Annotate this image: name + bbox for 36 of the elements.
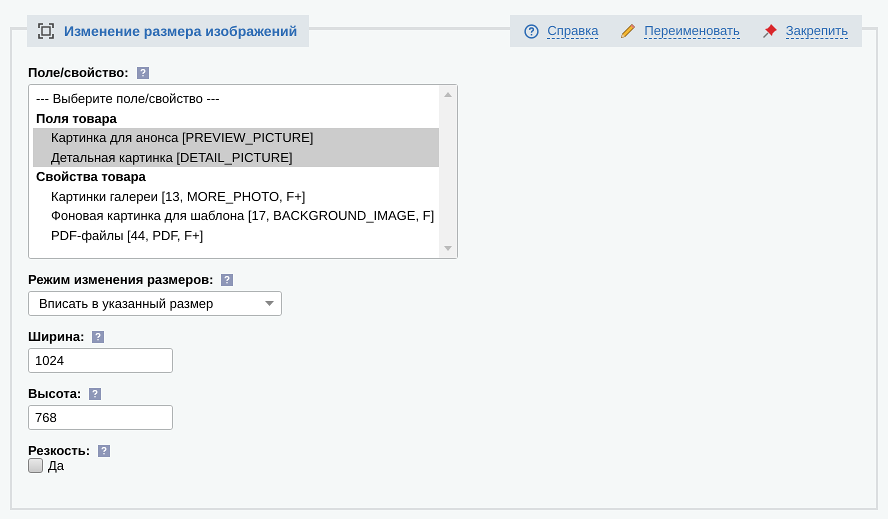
input-field[interactable]: 1024 [28,348,173,373]
help-icon[interactable] [98,444,110,456]
checkbox-label[interactable]: Да [48,458,64,473]
toolbar-link[interactable]: Закрепить [786,23,848,39]
option-group-label: Свойства товара [35,168,147,186]
list-option[interactable]: Картинки галереи [13, MORE_PHOTO, F+] [33,186,439,206]
field-label: Высота: [28,386,82,401]
scrollbar[interactable] [439,85,457,258]
scroll-down-icon[interactable] [444,246,452,251]
list-option[interactable]: --- Выберите поле/свойство --- [33,89,439,108]
resize-icon [38,23,54,39]
list-option[interactable]: Фоновая картинка для шаблона [17, BACKGROUND_IMAGE, F] [33,206,439,226]
list-option[interactable]: Детальная картинка [DETAIL_PICTURE] [33,148,439,167]
toolbar-link[interactable]: Переименовать [644,23,740,39]
help-icon[interactable] [136,66,149,78]
help-circle-icon[interactable] [524,24,540,38]
field-label: Резкость: [28,443,90,458]
pushpin-icon[interactable] [762,23,778,39]
input-field[interactable]: 768 [28,405,173,430]
caret-icon [265,301,274,306]
help-icon[interactable] [89,388,102,400]
option-group-label: Поля товара [35,110,118,128]
help-icon[interactable] [92,330,104,342]
scroll-up-icon[interactable] [444,92,452,97]
listbox[interactable] [28,84,458,259]
dropdown[interactable]: Вписать в указанный размер [28,291,282,316]
field-label: Поле/свойство: [28,65,129,80]
field-label: Ширина: [28,329,84,344]
toolbar-link[interactable]: Справка [547,23,598,39]
checkbox[interactable] [28,458,43,473]
pencil-icon[interactable] [620,23,636,39]
field-label: Режим изменения размеров: [28,272,214,287]
panel-title: Изменение размера изображений [64,23,298,39]
list-option[interactable]: Картинка для анонса [PREVIEW_PICTURE] [33,128,439,148]
help-icon[interactable] [221,274,234,286]
list-option[interactable]: PDF-файлы [44, PDF, F+] [33,226,439,245]
